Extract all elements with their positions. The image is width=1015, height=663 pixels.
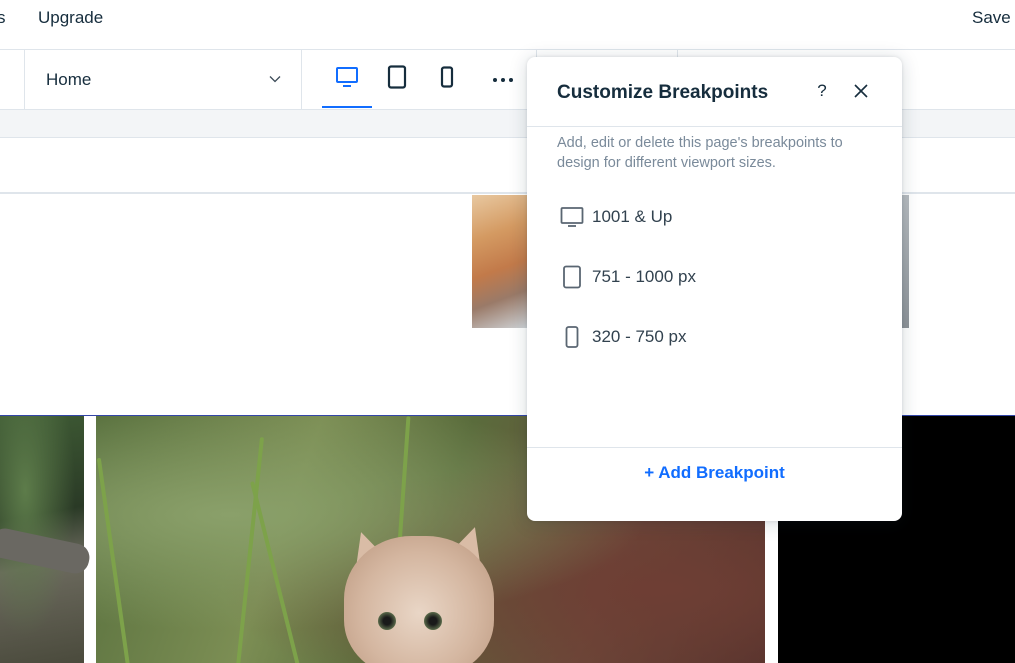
device-mobile-button[interactable] <box>428 50 466 109</box>
desktop-icon <box>560 207 584 227</box>
kitten-eye <box>378 612 396 630</box>
breakpoint-item-desktop[interactable]: 1001 & Up <box>527 197 902 237</box>
kitten-head <box>344 536 494 663</box>
device-desktop-button[interactable] <box>322 50 372 109</box>
active-device-indicator <box>322 106 372 108</box>
mobile-icon <box>440 66 454 88</box>
more-options-button[interactable] <box>486 50 520 109</box>
add-breakpoint-button[interactable]: + Add Breakpoint <box>527 463 902 483</box>
gallery-image-cat[interactable] <box>472 195 528 328</box>
breakpoint-label: 751 - 1000 px <box>592 267 696 286</box>
chevron-down-icon <box>269 76 281 83</box>
gallery-image-forest[interactable] <box>0 416 93 663</box>
grass-blade <box>250 481 300 663</box>
page-select-dropdown[interactable]: Home <box>25 50 301 109</box>
mobile-icon <box>565 326 579 348</box>
breakpoint-item-mobile[interactable]: 320 - 750 px <box>527 317 902 357</box>
upgrade-link[interactable]: Upgrade <box>38 8 103 28</box>
breakpoint-label: 320 - 750 px <box>592 327 687 346</box>
panel-divider <box>527 447 902 448</box>
panel-description: Add, edit or delete this page's breakpoi… <box>557 135 843 171</box>
device-tablet-button[interactable] <box>376 50 418 109</box>
kitten-eye <box>424 612 442 630</box>
page-select-value: Home <box>46 70 92 89</box>
top-menu-bar: s Upgrade Save <box>0 0 1015 50</box>
branch-shape <box>0 525 93 577</box>
grass-blade <box>236 437 265 663</box>
breakpoint-item-tablet[interactable]: 751 - 1000 px <box>527 257 902 297</box>
close-icon[interactable] <box>853 83 869 99</box>
toolbar-divider <box>301 50 302 109</box>
tablet-icon <box>563 265 581 289</box>
save-button[interactable]: Save <box>972 8 1011 28</box>
panel-title: Customize Breakpoints <box>557 82 769 103</box>
breakpoint-label: 1001 & Up <box>592 207 673 226</box>
more-horizontal-icon <box>493 78 513 82</box>
panel-divider <box>527 126 902 127</box>
customize-breakpoints-panel: Customize Breakpoints ? Add, edit or del… <box>527 57 902 521</box>
help-button[interactable]: ? <box>814 81 830 101</box>
gallery-image[interactable] <box>902 195 909 328</box>
desktop-icon <box>336 67 358 87</box>
menu-item-truncated[interactable]: s <box>0 8 6 28</box>
grass-blade <box>96 457 130 663</box>
tablet-icon <box>387 65 407 89</box>
